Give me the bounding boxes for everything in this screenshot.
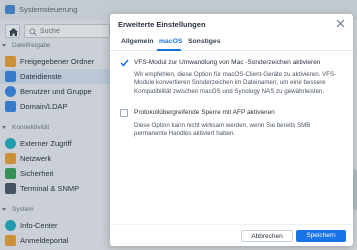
footer-divider bbox=[110, 224, 353, 225]
checkmark-icon[interactable] bbox=[120, 59, 129, 67]
advanced-settings-dialog: Erweiterte Einstellungen Allgemein macOS… bbox=[110, 14, 353, 246]
vfs-module-checkbox-label[interactable]: VFS-Modul zur Umwandlung von Mac -Sonder… bbox=[134, 59, 320, 66]
vfs-module-description: Wir empfehlen, diese Option für macOS-Cl… bbox=[134, 71, 337, 95]
afp-lock-description: Diese Option kann nicht wirksam werden, … bbox=[134, 122, 311, 138]
tab-macos[interactable]: macOS bbox=[159, 38, 182, 45]
dialog-title: Erweiterte Einstellungen bbox=[118, 20, 206, 29]
close-icon[interactable] bbox=[336, 19, 345, 28]
tab-general[interactable]: Allgemein bbox=[121, 38, 153, 45]
cancel-button[interactable]: Abbrechen bbox=[241, 230, 293, 242]
tab-misc[interactable]: Sonstiges bbox=[188, 38, 220, 45]
tab-bar: Allgemein macOS Sonstiges bbox=[110, 36, 353, 51]
afp-lock-checkbox-label[interactable]: Protokollübergreifende Sperre mit AFP ak… bbox=[134, 109, 275, 116]
active-tab-indicator bbox=[157, 49, 181, 51]
afp-lock-checkbox[interactable] bbox=[120, 109, 128, 117]
save-button[interactable]: Speichern bbox=[296, 230, 346, 242]
